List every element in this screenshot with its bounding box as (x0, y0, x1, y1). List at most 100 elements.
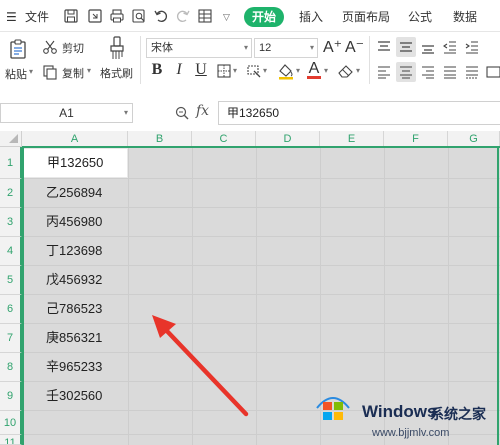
ribbon-divider (140, 36, 141, 84)
align-middle-icon[interactable] (396, 37, 416, 57)
row-header[interactable]: 7 (0, 324, 22, 353)
tab-data[interactable]: 数据 (453, 8, 477, 26)
row-header[interactable]: 5 (0, 266, 22, 295)
undo-icon[interactable] (153, 8, 169, 24)
align-left-icon[interactable] (376, 64, 392, 80)
align-bottom-icon[interactable] (420, 39, 436, 55)
cell-a2[interactable]: 乙256894 (22, 179, 128, 207)
cut-icon[interactable] (42, 39, 58, 55)
border-icon[interactable] (216, 63, 232, 79)
justify-icon[interactable] (442, 64, 458, 80)
cell-a4[interactable]: 丁123698 (22, 237, 128, 265)
column-header-a[interactable]: A (22, 131, 128, 147)
font-size-value: 12 (259, 42, 272, 54)
selection-border (22, 146, 500, 148)
row-header[interactable]: 4 (0, 237, 22, 266)
menu-icon[interactable]: ☰ (6, 8, 17, 26)
select-all-triangle-icon (9, 134, 18, 143)
row-header[interactable]: 11 (0, 435, 22, 445)
fill-color-icon[interactable] (277, 62, 295, 80)
cell-a1[interactable]: 甲132650 (22, 148, 128, 178)
paste-dropdown-icon[interactable]: ▾ (29, 67, 33, 76)
font-color-dropdown-icon[interactable]: ▾ (324, 66, 328, 75)
quick-access-dropdown-icon[interactable]: ▽ (223, 8, 230, 26)
bold-button[interactable]: B (150, 61, 164, 79)
shrink-font-button[interactable]: A⁻ (345, 39, 364, 57)
paste-icon[interactable] (8, 38, 30, 60)
font-color-button[interactable]: A (307, 61, 321, 79)
row-header[interactable]: 10 (0, 411, 22, 435)
copy-dropdown-icon[interactable]: ▾ (87, 66, 91, 75)
row-header[interactable]: 6 (0, 295, 22, 324)
zoom-icon[interactable] (174, 105, 190, 121)
cell-a8[interactable]: 辛965233 (22, 353, 128, 381)
eraser-dropdown-icon[interactable]: ▾ (356, 66, 360, 75)
increase-indent-icon[interactable] (464, 39, 480, 55)
cell-a7[interactable]: 庚856321 (22, 324, 128, 352)
border-dropdown-icon[interactable]: ▾ (233, 66, 237, 75)
align-center-icon[interactable] (396, 62, 416, 82)
copy-icon[interactable] (42, 64, 58, 80)
fill-color-dropdown-icon[interactable]: ▾ (296, 66, 300, 75)
italic-button[interactable]: I (172, 61, 186, 79)
font-name-value: 宋体 (151, 42, 173, 54)
grid-line (128, 147, 129, 445)
row-header[interactable]: 2 (0, 179, 22, 208)
chevron-down-icon: ▾ (309, 43, 314, 52)
format-painter-button[interactable]: 格式刷 (100, 65, 133, 81)
eraser-icon[interactable] (337, 63, 355, 79)
row-header[interactable]: 3 (0, 208, 22, 237)
decrease-indent-icon[interactable] (442, 39, 458, 55)
fx-icon[interactable]: fx (196, 103, 209, 119)
column-header-g[interactable]: G (448, 131, 500, 147)
print-preview-icon[interactable] (131, 8, 147, 24)
tab-home[interactable]: 开始 (244, 7, 284, 27)
cell-a5[interactable]: 戊456932 (22, 266, 128, 294)
name-box[interactable]: A1 ▾ (0, 103, 133, 123)
tab-insert[interactable]: 插入 (299, 8, 323, 26)
format-painter-icon[interactable] (107, 36, 127, 60)
redo-icon[interactable] (175, 8, 191, 24)
font-name-select[interactable]: 宋体 ▾ (146, 38, 252, 58)
distributed-align-icon[interactable] (464, 64, 480, 80)
file-menu[interactable]: 文件 (25, 8, 49, 26)
ribbon-divider (369, 36, 370, 84)
column-header-c[interactable]: C (192, 131, 256, 147)
watermark-url: www.bjjmlv.com (372, 427, 450, 439)
copy-button[interactable]: 复制 (62, 65, 84, 81)
row-header[interactable]: 9 (0, 382, 22, 411)
save-icon[interactable] (63, 8, 79, 24)
font-size-select[interactable]: 12 ▾ (254, 38, 318, 58)
cell-a3[interactable]: 丙456980 (22, 208, 128, 236)
tab-formulas[interactable]: 公式 (408, 8, 432, 26)
align-right-icon[interactable] (420, 64, 436, 80)
name-box-value: A1 (59, 106, 74, 120)
column-header-e[interactable]: E (320, 131, 384, 147)
cell-style-icon[interactable] (246, 63, 262, 79)
cell-style-dropdown-icon[interactable]: ▾ (263, 66, 267, 75)
paste-button[interactable]: 粘贴 (5, 66, 27, 82)
cell-a9[interactable]: 壬302560 (22, 382, 128, 410)
column-header-b[interactable]: B (128, 131, 192, 147)
tab-page-layout[interactable]: 页面布局 (342, 8, 390, 26)
column-header-d[interactable]: D (256, 131, 320, 147)
align-top-icon[interactable] (376, 39, 392, 55)
underline-button[interactable]: U (194, 61, 208, 79)
table-grid-icon[interactable] (197, 8, 213, 24)
annotation-arrow-icon (152, 315, 249, 417)
row-header[interactable]: 1 (0, 147, 22, 179)
watermark-subtitle: 系统之家 (430, 406, 486, 422)
row-header[interactable]: 8 (0, 353, 22, 382)
export-icon[interactable] (87, 8, 103, 24)
cell-a6[interactable]: 己786523 (22, 295, 128, 323)
column-header-f[interactable]: F (384, 131, 448, 147)
cut-button[interactable]: 剪切 (62, 40, 84, 56)
menu-bar: ☰ 文件 ▽ 开始 插入 页面布局 公式 数据 (0, 0, 500, 32)
print-icon[interactable] (109, 8, 125, 24)
chevron-down-icon: ▾ (123, 108, 128, 117)
formula-input[interactable]: 甲132650 (218, 101, 500, 125)
chevron-down-icon: ▾ (243, 43, 248, 52)
selection-border (22, 146, 24, 445)
grow-font-button[interactable]: A⁺ (323, 39, 342, 57)
merge-cells-icon[interactable] (486, 64, 500, 80)
